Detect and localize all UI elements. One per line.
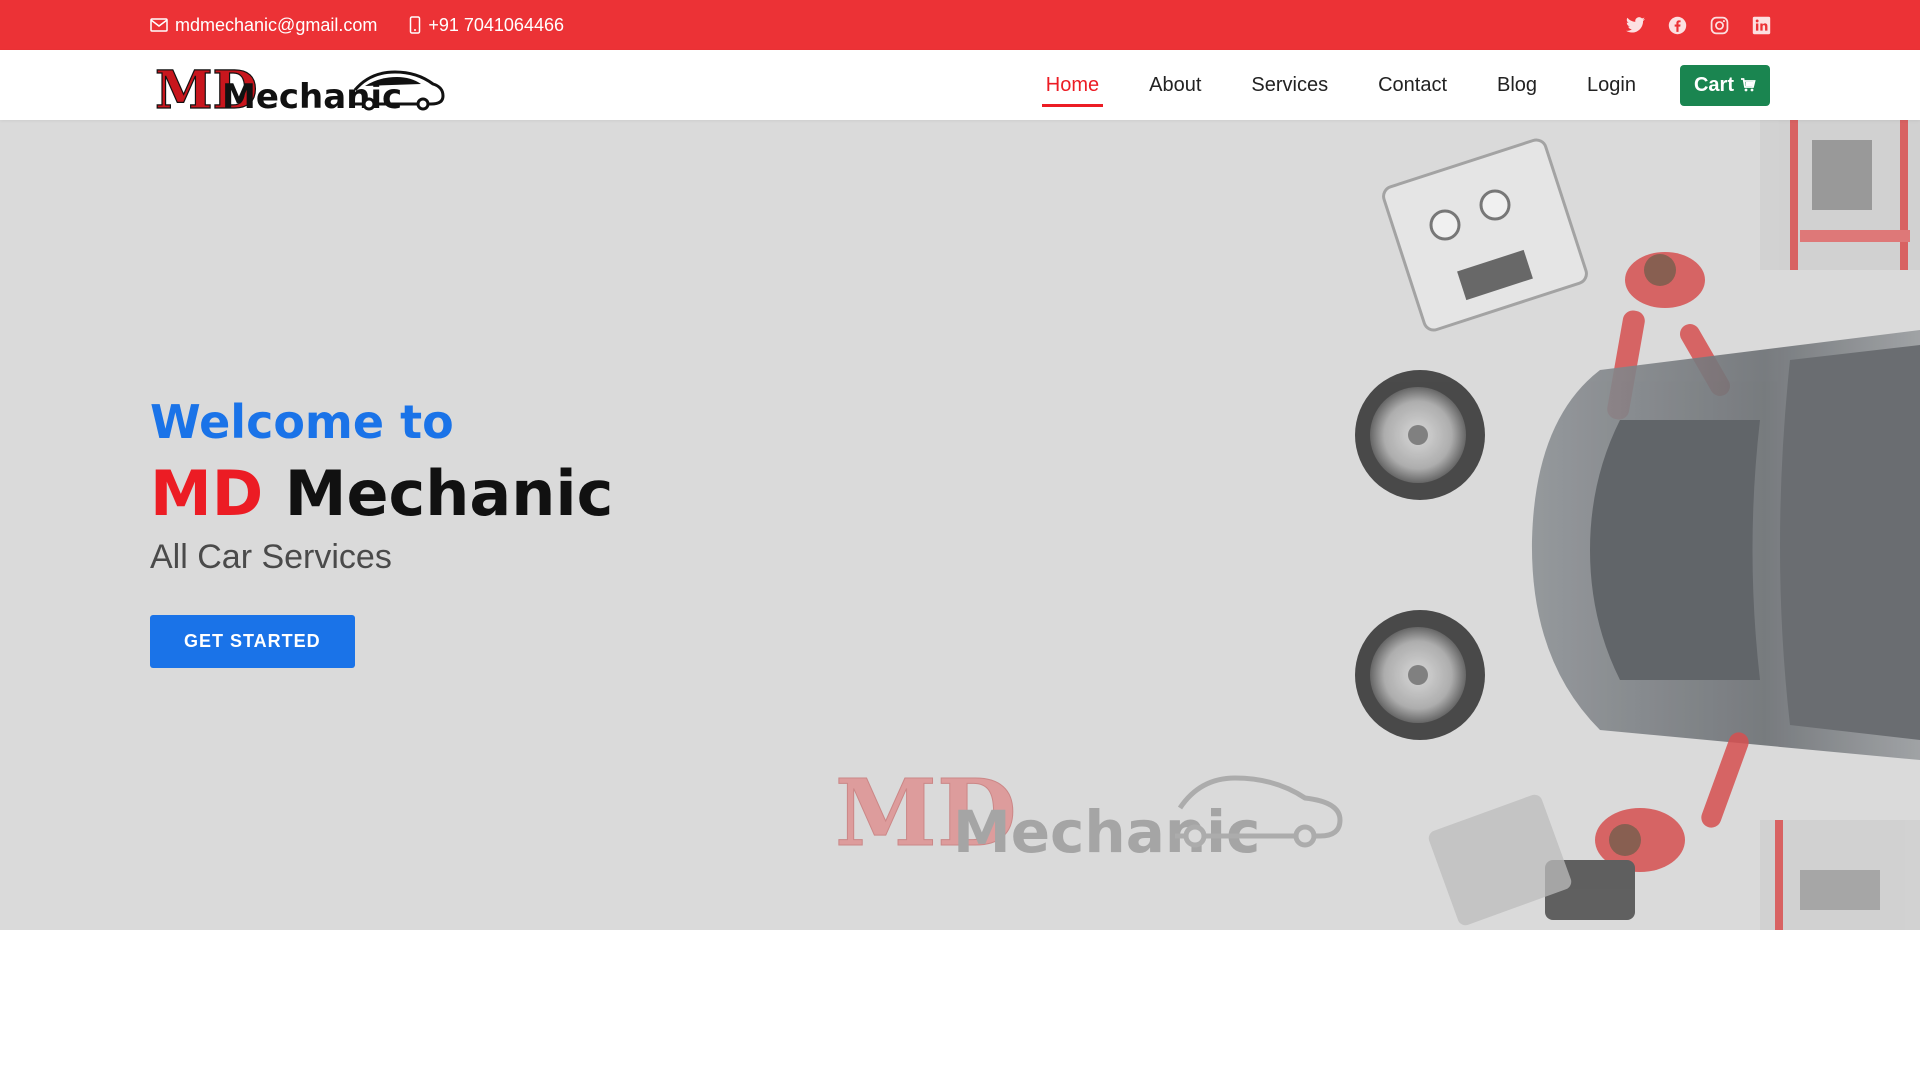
cart-label: Cart [1693, 73, 1734, 96]
nav-login[interactable]: Login [1583, 64, 1640, 107]
linkedin-icon[interactable] [1750, 14, 1772, 36]
wheel-upper [1355, 370, 1485, 500]
car-top-view [1531, 330, 1920, 760]
hero-tagline: All Car Services [150, 538, 392, 576]
cart-button[interactable]: Cart [1679, 64, 1770, 106]
top-bar: mdmechanic@gmail.com +91 7041064466 [0, 0, 1920, 50]
wheel-lower [1355, 610, 1485, 740]
hero-text-block: Welcome to MD Mechanic All Car Services … [150, 395, 613, 668]
facebook-icon[interactable] [1666, 14, 1688, 36]
hero-brand: MD Mechanic [150, 457, 613, 530]
email-text[interactable]: mdmechanic@gmail.com [175, 15, 377, 36]
mechanic-figure-bottom [1545, 732, 1749, 920]
hero-section: Welcome to MD Mechanic All Car Services … [0, 120, 1920, 930]
instagram-icon[interactable] [1708, 14, 1730, 36]
main-navbar: MD Mechanic Home About Services Contact … [0, 50, 1920, 120]
envelope-icon [150, 18, 168, 32]
contact-info: mdmechanic@gmail.com +91 7041064466 [150, 0, 596, 50]
watermark-name: Mechanic [953, 798, 1260, 866]
tool-rack-bottom [1760, 820, 1920, 930]
phone-icon [410, 16, 421, 34]
cart-icon [1741, 78, 1756, 92]
email-contact[interactable]: mdmechanic@gmail.com [150, 15, 377, 36]
site-logo[interactable]: MD Mechanic [155, 60, 445, 116]
phone-text[interactable]: +91 7041064466 [428, 15, 564, 36]
hero-watermark-logo: MD Mechanic [835, 760, 1343, 868]
nav-blog[interactable]: Blog [1493, 64, 1541, 107]
get-started-button[interactable]: GET STARTED [150, 615, 355, 668]
nav-services[interactable]: Services [1247, 64, 1332, 107]
nav-home[interactable]: Home [1041, 64, 1104, 107]
tool-rack-top [1760, 120, 1920, 270]
phone-contact[interactable]: +91 7041064466 [409, 15, 564, 36]
primary-nav: Home About Services Contact Blog Login C… [1000, 50, 1770, 120]
diagnostic-machine-top [1382, 138, 1588, 332]
hero-brand-name: Mechanic [284, 457, 614, 530]
hero-brand-md: MD [150, 457, 264, 530]
nav-about[interactable]: About [1145, 64, 1205, 107]
social-links [1604, 0, 1772, 50]
hero-welcome: Welcome to [150, 395, 454, 449]
twitter-icon[interactable] [1624, 14, 1646, 36]
nav-contact[interactable]: Contact [1374, 64, 1451, 107]
